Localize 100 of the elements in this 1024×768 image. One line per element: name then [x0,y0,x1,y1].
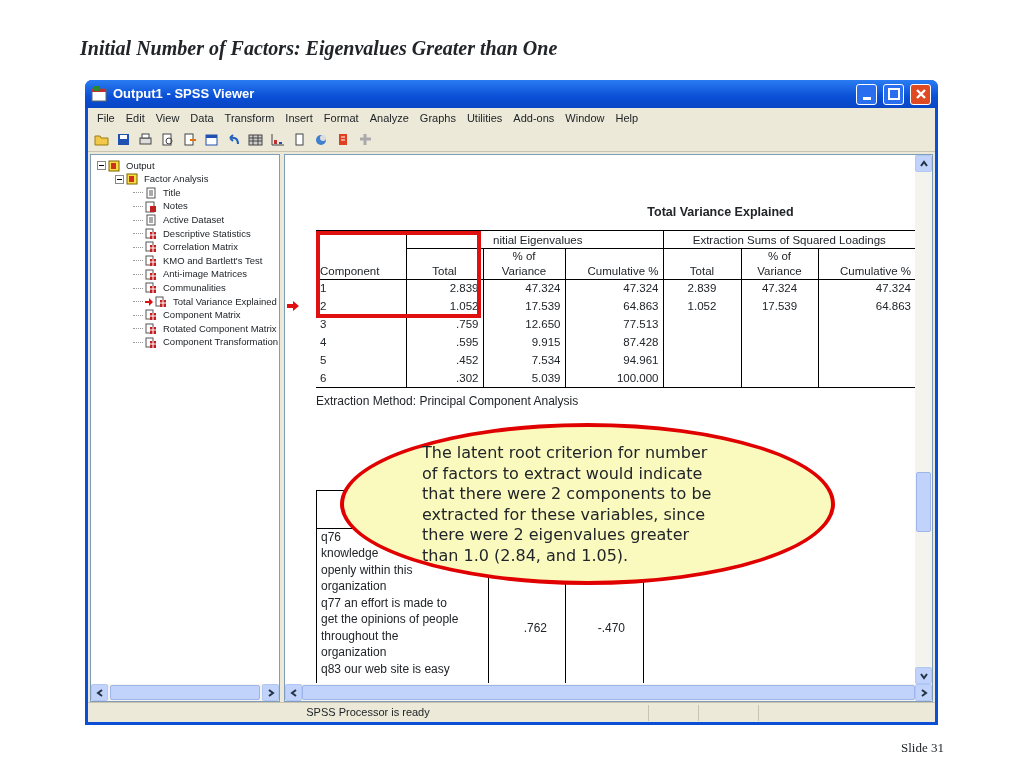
table-cell-line: throughout the [321,627,399,645]
scroll-up-button[interactable] [915,155,932,172]
table-cell: .762 [523,620,547,635]
menu-item[interactable]: Utilities [461,109,508,127]
table-cell: 9.915 [531,335,561,348]
table-cell: 47.324 [875,282,911,294]
document-icon [145,187,157,199]
table-cell-line: q76 [321,528,342,546]
print-icon[interactable] [138,132,153,147]
table-cell: 47.324 [623,282,659,294]
table-cell: .595 [456,335,479,348]
column-header: Cumulative % [587,263,659,279]
table-cell: .759 [456,317,479,330]
pointer-arrow-icon [287,301,299,311]
table-cell: 1 [320,282,327,294]
window-title: Output1 - SPSS Viewer [113,85,255,104]
grid-icon[interactable] [248,132,263,147]
menu-item[interactable]: Analyze [364,109,414,127]
menu-item[interactable]: Transform [219,109,280,127]
minimize-button[interactable] [856,83,877,105]
table-cell: 1.052 [449,299,479,312]
table-title: Total Variance Explained [646,204,795,221]
tree-item[interactable]: Notes [163,199,188,214]
menu-item[interactable]: File [92,109,120,127]
print-preview-icon[interactable] [160,132,175,147]
dialog-icon[interactable] [204,132,219,147]
status-text: SPSS Processor is ready [305,705,431,721]
table-icon [145,336,157,349]
scroll-left-button[interactable] [285,684,302,701]
table-cell: 47.324 [525,282,561,294]
tree-item[interactable]: Output [126,158,155,173]
tree-item[interactable]: Title [163,185,181,201]
column-header: % of Variance [500,248,548,279]
menu-item[interactable]: View [150,109,185,127]
table-footnote: Extraction Method: Principal Component Analysis [316,392,580,410]
menu-item[interactable]: Format [318,109,364,127]
menu-item[interactable]: Data [185,109,219,127]
table-cell: 64.863 [623,299,659,312]
app-icon [91,86,107,102]
tree-item[interactable]: Descriptive Statistics [163,226,251,241]
table-cell: 2.839 [687,282,717,294]
table-cell: 17.539 [761,299,798,312]
collapse-icon[interactable] [115,174,124,184]
tree-item[interactable]: KMO and Bartlett's Test [163,253,263,269]
undo-icon[interactable] [226,132,241,147]
table-cell-line: q77 an effort is made to [321,594,447,612]
tree-item[interactable]: Total Variance Explained [173,294,277,309]
tree-item[interactable]: Anti-image Matrices [163,267,247,282]
table-cell: 64.863 [875,299,911,312]
scroll-right-button[interactable] [915,684,932,701]
scroll-thumb[interactable] [302,685,915,700]
save-icon[interactable] [116,132,131,147]
maximize-icon [887,88,900,100]
table-cell: 3 [320,317,327,330]
scroll-thumb[interactable] [110,685,260,700]
table-icon [145,241,157,254]
chart-icon[interactable] [270,132,285,147]
scroll-thumb[interactable] [916,472,931,532]
column-header: Cumulative % [840,263,911,279]
menu-item[interactable]: Window [560,109,610,127]
collapse-icon[interactable] [97,161,106,171]
document-icon [145,214,157,227]
tree-item[interactable]: Rotated Component Matrix [163,321,277,337]
menu-item[interactable]: Edit [120,109,150,127]
book-icon [126,173,138,186]
tree-item[interactable]: Component Matrix [163,308,241,323]
table-cell-line: organization [321,644,387,661]
menu-item[interactable]: Help [610,109,644,127]
menu-item[interactable]: Graphs [414,109,461,127]
maximize-button[interactable] [883,83,904,105]
close-button[interactable] [910,83,931,105]
menu-item[interactable]: Add-ons [508,109,560,127]
scroll-down-button[interactable] [915,667,932,684]
column-header: Total [432,263,457,279]
column-header: Total [689,263,715,279]
menu-item[interactable]: Insert [280,109,318,127]
table-icon [155,295,167,308]
slide-number: Slide 31 [901,739,944,757]
table-icon [145,254,157,267]
table-cell: 12.650 [525,317,561,330]
table-cell-line: knowledge [321,545,379,562]
table-icon [145,309,157,322]
scroll-left-button[interactable] [91,684,108,701]
table-cell: 77.513 [623,317,659,330]
table-icon [145,322,157,335]
scroll-right-button[interactable] [262,684,279,701]
tree-item[interactable]: Correlation Matrix [163,240,238,255]
export-icon[interactable] [182,132,197,147]
slide-title: Initial Number of Factors: Eigenvalues Greater than One [80,36,558,60]
close-icon [914,88,927,100]
tree-item[interactable]: Component Transformation [163,335,279,350]
tree-item[interactable]: Active Dataset [163,213,225,228]
table-cell: 94.961 [623,353,659,366]
table-cell: 87.428 [623,335,659,348]
table-cell: 100.000 [616,371,659,384]
notes-icon [145,200,157,213]
table-icon [145,268,157,281]
tree-item[interactable]: Factor Analysis [144,172,209,187]
tree-item[interactable]: Communalities [163,281,226,296]
table-cell: 2 [320,299,327,312]
